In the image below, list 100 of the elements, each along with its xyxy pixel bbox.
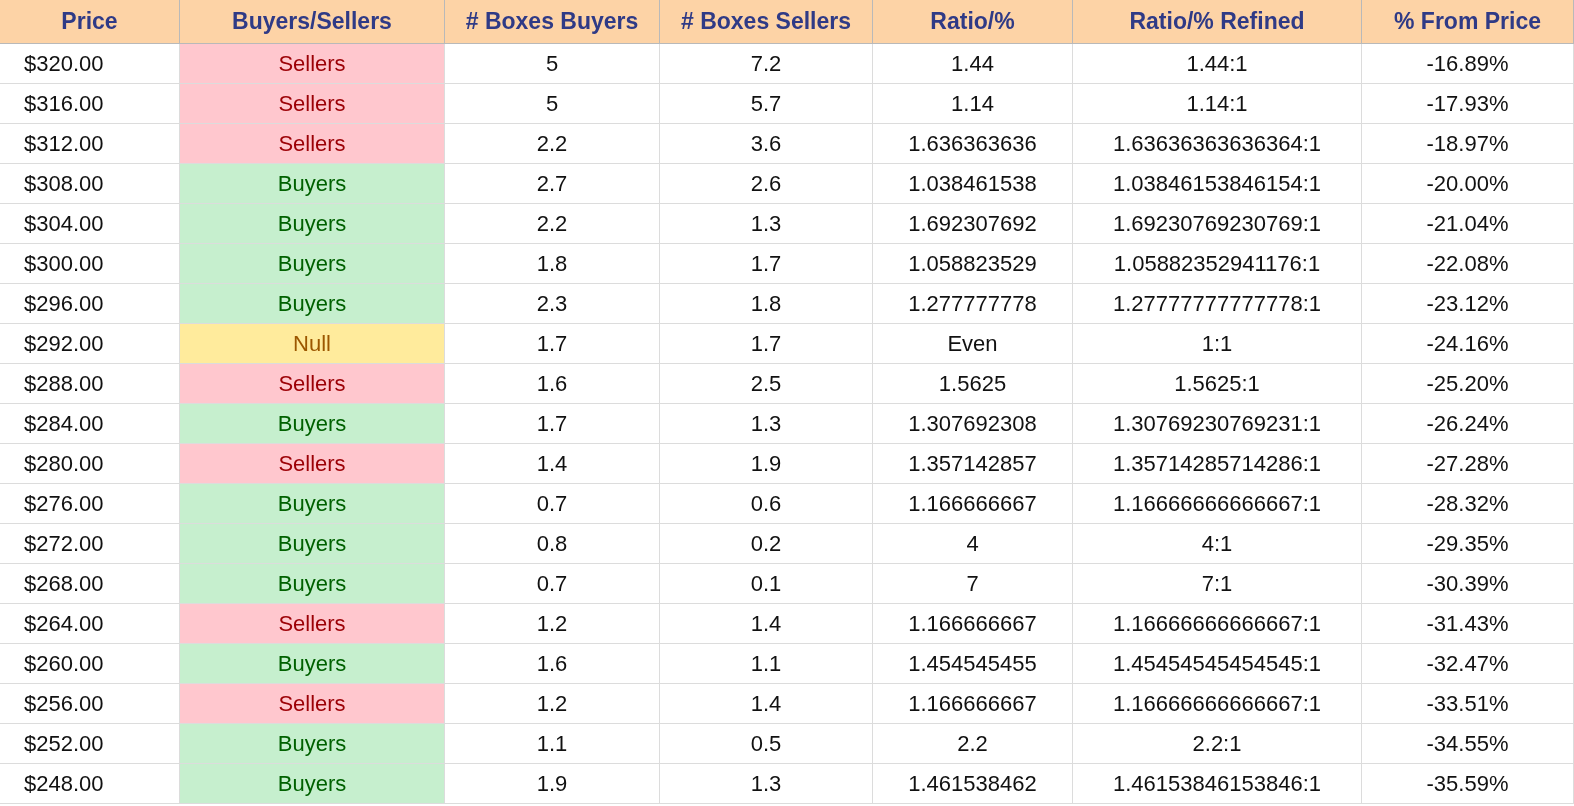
table-cell: Buyers (180, 204, 445, 244)
table-cell: -30.39% (1362, 564, 1574, 604)
table-cell: 2.2 (445, 124, 660, 164)
table-cell: 1.3 (660, 764, 873, 804)
table-cell: 1.46153846153846:1 (1073, 764, 1362, 804)
table-cell: 1.692307692 (873, 204, 1073, 244)
table-cell: Buyers (180, 244, 445, 284)
table-cell: Buyers (180, 644, 445, 684)
table-cell: 1.16666666666667:1 (1073, 604, 1362, 644)
table-cell: 1.166666667 (873, 484, 1073, 524)
table-cell: 1.44 (873, 44, 1073, 84)
table-cell: 2.2 (445, 204, 660, 244)
column-header: Price (0, 0, 180, 44)
table-cell: 2.2:1 (1073, 724, 1362, 764)
table-cell: 1.4 (660, 684, 873, 724)
table-cell: 0.7 (445, 484, 660, 524)
table-cell: -28.32% (1362, 484, 1574, 524)
table-cell: Sellers (180, 364, 445, 404)
table-cell: 1.1 (660, 644, 873, 684)
table-cell: 3.6 (660, 124, 873, 164)
table-cell: 1.357142857 (873, 444, 1073, 484)
table-cell: 1.7 (445, 404, 660, 444)
table-cell: 1.166666667 (873, 604, 1073, 644)
table-cell: 1.307692308 (873, 404, 1073, 444)
table-cell: 5 (445, 84, 660, 124)
table-cell: 2.5 (660, 364, 873, 404)
table-cell: 1.058823529 (873, 244, 1073, 284)
table-cell: 7.2 (660, 44, 873, 84)
table-cell: 1.3 (660, 204, 873, 244)
table-cell: 1.454545455 (873, 644, 1073, 684)
table-cell: Buyers (180, 724, 445, 764)
table-cell: 1.5625 (873, 364, 1073, 404)
table-cell: 7 (873, 564, 1073, 604)
table-cell: 7:1 (1073, 564, 1362, 604)
table-cell: 1.2 (445, 604, 660, 644)
table-cell: -27.28% (1362, 444, 1574, 484)
table-cell: 1.1 (445, 724, 660, 764)
table-cell: 1.9 (660, 444, 873, 484)
table-cell: 1.6 (445, 644, 660, 684)
table-cell: Buyers (180, 164, 445, 204)
table-cell: 0.5 (660, 724, 873, 764)
table-cell: Sellers (180, 684, 445, 724)
table-cell: 1.35714285714286:1 (1073, 444, 1362, 484)
table-cell: 0.6 (660, 484, 873, 524)
table-cell: -35.59% (1362, 764, 1574, 804)
table-cell: 1.6 (445, 364, 660, 404)
table-cell: Sellers (180, 84, 445, 124)
table-cell: 1.69230769230769:1 (1073, 204, 1362, 244)
column-header: # Boxes Sellers (660, 0, 873, 44)
table-cell: 2.2 (873, 724, 1073, 764)
table-cell: 1.45454545454545:1 (1073, 644, 1362, 684)
table-cell: -17.93% (1362, 84, 1574, 124)
table-cell: Buyers (180, 524, 445, 564)
table-cell: -31.43% (1362, 604, 1574, 644)
table-cell: 1.7 (445, 324, 660, 364)
table-cell: -33.51% (1362, 684, 1574, 724)
table-cell: 1.16666666666667:1 (1073, 484, 1362, 524)
table-cell: Sellers (180, 604, 445, 644)
table-cell: 1.05882352941176:1 (1073, 244, 1362, 284)
table-cell: 1.5625:1 (1073, 364, 1362, 404)
table-cell: -23.12% (1362, 284, 1574, 324)
table-cell: 5.7 (660, 84, 873, 124)
table-cell: Even (873, 324, 1073, 364)
table-cell: 0.2 (660, 524, 873, 564)
table-cell: 1.14:1 (1073, 84, 1362, 124)
table-cell: -20.00% (1362, 164, 1574, 204)
table-cell: 1.3 (660, 404, 873, 444)
table-cell: -21.04% (1362, 204, 1574, 244)
table-cell: -24.16% (1362, 324, 1574, 364)
table-cell: Buyers (180, 764, 445, 804)
table-cell: 1.27777777777778:1 (1073, 284, 1362, 324)
column-header: Ratio/% Refined (1073, 0, 1362, 44)
column-header: # Boxes Buyers (445, 0, 660, 44)
table-cell: Buyers (180, 564, 445, 604)
table-cell: 1.30769230769231:1 (1073, 404, 1362, 444)
table-cell: Null (180, 324, 445, 364)
table-cell: Buyers (180, 484, 445, 524)
table-cell: 2.3 (445, 284, 660, 324)
table-cell: Buyers (180, 404, 445, 444)
table-cell: Sellers (180, 124, 445, 164)
table-cell: 1.277777778 (873, 284, 1073, 324)
table-cell: Buyers (180, 284, 445, 324)
table-cell: 1.03846153846154:1 (1073, 164, 1362, 204)
table-cell: 1.4 (660, 604, 873, 644)
table-cell: 0.7 (445, 564, 660, 604)
table-cell: 4:1 (1073, 524, 1362, 564)
table-cell: 1.166666667 (873, 684, 1073, 724)
table-cell: -25.20% (1362, 364, 1574, 404)
table-cell: -18.97% (1362, 124, 1574, 164)
table-cell: 1:1 (1073, 324, 1362, 364)
table-cell: 2.7 (445, 164, 660, 204)
column-header: % From Price (1362, 0, 1574, 44)
table-cell: 1.14 (873, 84, 1073, 124)
table-cell: -34.55% (1362, 724, 1574, 764)
table-cell: 1.636363636 (873, 124, 1073, 164)
table-cell: -16.89% (1362, 44, 1574, 84)
table-cell: -22.08% (1362, 244, 1574, 284)
table-cell: 5 (445, 44, 660, 84)
table-cell: 1.4 (445, 444, 660, 484)
table-cell: 1.2 (445, 684, 660, 724)
